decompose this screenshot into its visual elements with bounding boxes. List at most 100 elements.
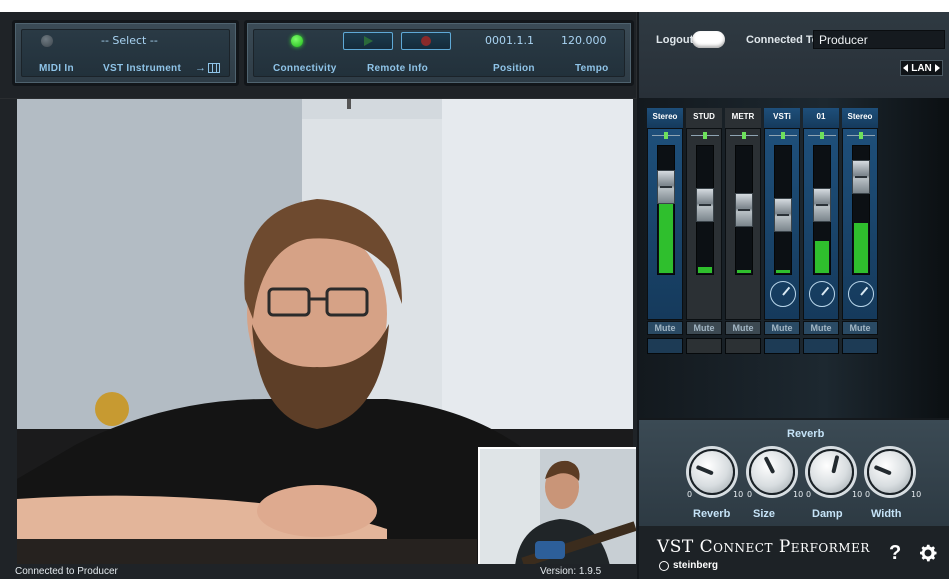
insert-slot[interactable] xyxy=(764,338,800,354)
knob-scale-max: 10 xyxy=(733,490,744,499)
connectivity-led xyxy=(291,35,303,47)
fader-track[interactable] xyxy=(813,145,831,275)
volume-fader[interactable] xyxy=(813,188,831,222)
reverb-knob-3[interactable] xyxy=(867,449,913,495)
keyboard-arrow-icon[interactable]: → xyxy=(195,62,206,74)
mixer-channel-4: 01 Mute xyxy=(803,108,839,358)
lan-toggle[interactable]: LAN xyxy=(900,60,943,76)
connected-to-field[interactable]: Producer xyxy=(813,30,945,49)
pan-indicator[interactable] xyxy=(820,132,824,139)
connectivity-label: Connectivity xyxy=(273,63,337,74)
pan-indicator[interactable] xyxy=(703,132,707,139)
pan-indicator[interactable] xyxy=(742,132,746,139)
connected-to-label: Connected To xyxy=(746,34,819,46)
knob-indicator xyxy=(873,464,892,476)
mute-button[interactable]: Mute xyxy=(647,321,683,335)
vst-select-dropdown[interactable]: -- Select -- xyxy=(101,34,158,47)
send-knob[interactable] xyxy=(770,281,796,307)
connection-panel: Logout Connected To Producer LAN xyxy=(637,12,949,98)
volume-fader[interactable] xyxy=(657,170,675,204)
channel-name: STUD xyxy=(686,108,722,128)
knob-scale-min: 0 xyxy=(865,490,871,499)
insert-slot[interactable] xyxy=(842,338,878,354)
volume-fader[interactable] xyxy=(696,188,714,222)
mute-button[interactable]: Mute xyxy=(842,321,878,335)
fader-track[interactable] xyxy=(774,145,792,275)
level-meter xyxy=(854,223,868,273)
channel-name: 01 xyxy=(803,108,839,128)
position-label: Position xyxy=(493,63,535,74)
logout-toggle[interactable] xyxy=(692,31,725,48)
mixer-channel-1: STUD Mute xyxy=(686,108,722,358)
tempo-label: Tempo xyxy=(575,63,609,74)
channel-name: Stereo xyxy=(842,108,878,128)
pan-indicator[interactable] xyxy=(859,132,863,139)
play-button[interactable] xyxy=(343,32,393,50)
knob-label: Width xyxy=(871,508,902,520)
arrow-right-icon xyxy=(934,64,940,72)
fader-track[interactable] xyxy=(852,145,870,275)
connection-status: Connected to Producer xyxy=(15,566,118,577)
channel-strip xyxy=(725,128,761,320)
company-name: steinberg xyxy=(673,560,719,571)
local-video-preview[interactable] xyxy=(478,447,636,564)
vst-instrument-label: VST Instrument xyxy=(103,63,182,74)
channel-strip xyxy=(803,128,839,320)
status-bar: Connected to Producer Version: 1.9.5 xyxy=(0,564,637,579)
mute-button[interactable]: Mute xyxy=(725,321,761,335)
mixer-channel-2: METR Mute xyxy=(725,108,761,358)
arrow-left-icon xyxy=(903,64,909,72)
reverb-knob-0[interactable] xyxy=(689,449,735,495)
mixer-panel: Stereo Mute STUD Mute METR Mute VSTi Mute 01 Mute… xyxy=(637,98,949,418)
record-icon xyxy=(421,36,431,46)
help-button[interactable]: ? xyxy=(889,542,901,565)
local-video-feed xyxy=(480,449,636,564)
pan-indicator[interactable] xyxy=(664,132,668,139)
brand-area: VST Connect Performer steinberg ? xyxy=(637,526,949,579)
volume-fader[interactable] xyxy=(774,198,792,232)
mixer-channel-5: Stereo Mute xyxy=(842,108,878,358)
insert-slot[interactable] xyxy=(803,338,839,354)
send-knob[interactable] xyxy=(809,281,835,307)
play-icon xyxy=(363,36,373,46)
send-knob[interactable] xyxy=(848,281,874,307)
channel-strip xyxy=(842,128,878,320)
level-meter xyxy=(659,204,673,273)
tempo-value: 120.000 xyxy=(561,34,607,47)
steinberg-logo: steinberg xyxy=(659,560,718,571)
insert-slot[interactable] xyxy=(647,338,683,354)
fader-track[interactable] xyxy=(657,145,675,275)
level-meter xyxy=(815,241,829,273)
mixer-channel-0: Stereo Mute xyxy=(647,108,683,358)
insert-slot[interactable] xyxy=(725,338,761,354)
remote-info-label: Remote Info xyxy=(367,63,429,74)
channel-strip xyxy=(686,128,722,320)
reverb-title: Reverb xyxy=(787,428,825,440)
product-title: VST Connect Performer xyxy=(657,537,870,557)
gear-icon[interactable] xyxy=(917,542,939,564)
level-meter xyxy=(776,270,790,273)
mixer-channels: Stereo Mute STUD Mute METR Mute VSTi Mute 01 Mute… xyxy=(647,108,879,358)
logout-label: Logout xyxy=(656,34,694,46)
fader-track[interactable] xyxy=(696,145,714,275)
header-bar: -- Select -- MIDI In VST Instrument → 00… xyxy=(0,12,636,98)
lan-label: LAN xyxy=(911,62,932,74)
mute-button[interactable]: Mute xyxy=(764,321,800,335)
reverb-knob-2[interactable] xyxy=(808,449,854,495)
fader-track[interactable] xyxy=(735,145,753,275)
knob-scale-max: 10 xyxy=(793,490,804,499)
transport-panel: 0001.1.1 120.000 Connectivity Remote Inf… xyxy=(244,20,634,86)
mute-button[interactable]: Mute xyxy=(803,321,839,335)
pan-indicator[interactable] xyxy=(781,132,785,139)
channel-name: Stereo xyxy=(647,108,683,128)
keyboard-icon[interactable] xyxy=(208,63,220,73)
volume-fader[interactable] xyxy=(852,160,870,194)
reverb-knob-1[interactable] xyxy=(749,449,795,495)
insert-slot[interactable] xyxy=(686,338,722,354)
midi-in-led xyxy=(41,35,53,47)
top-strip xyxy=(0,0,949,12)
level-meter xyxy=(737,270,751,273)
mute-button[interactable]: Mute xyxy=(686,321,722,335)
volume-fader[interactable] xyxy=(735,193,753,227)
record-button[interactable] xyxy=(401,32,451,50)
